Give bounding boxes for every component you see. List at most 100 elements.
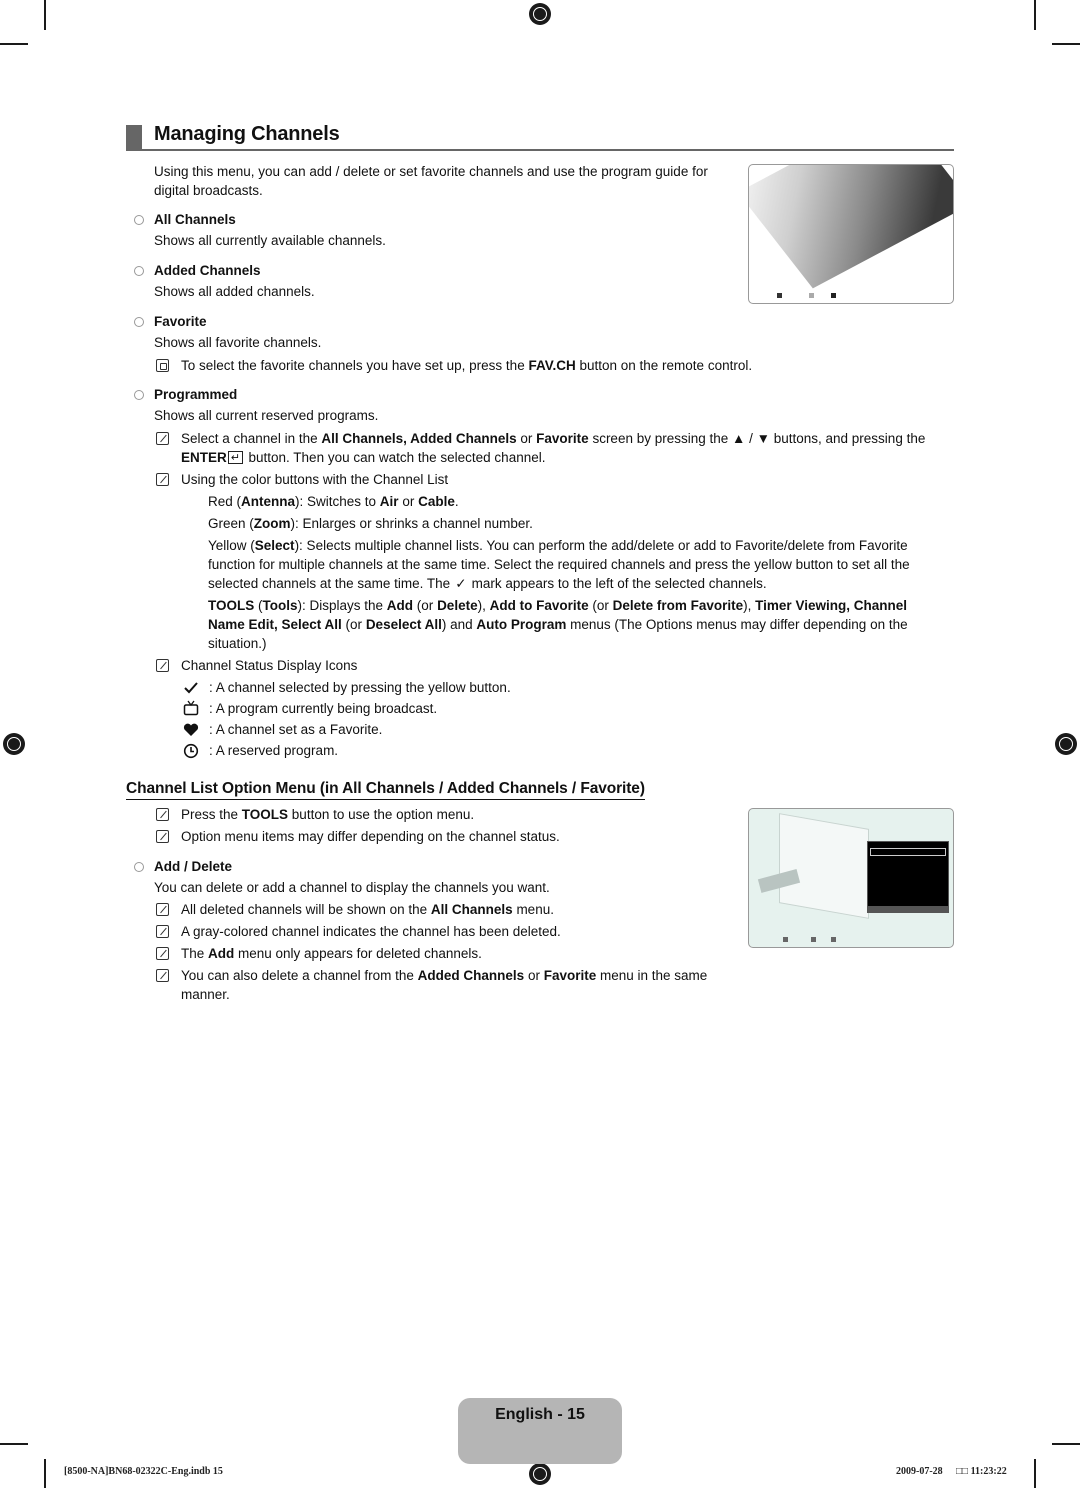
text: ): Displays the: [297, 598, 387, 613]
crop-mark: [1052, 43, 1080, 45]
text: .: [454, 494, 459, 509]
text: button to use the option menu.: [288, 807, 475, 822]
text: The: [181, 946, 209, 961]
registration-mark-icon: [529, 1463, 551, 1485]
note-text: To select the favorite channels you have…: [181, 358, 529, 373]
bold: Delete: [437, 598, 478, 613]
footer-date: 2009-07-28: [896, 1466, 943, 1477]
bold: Add: [208, 946, 235, 961]
enter-icon: [227, 449, 243, 468]
note-text: button on the remote control.: [575, 358, 753, 373]
red-button-icon: [777, 293, 782, 298]
bold: Auto Program: [476, 617, 567, 632]
footer-filename: [8500-NA]BN68-02322C-Eng.indb 15: [64, 1466, 223, 1477]
registration-mark-icon: [529, 3, 551, 25]
crop-mark: [44, 0, 46, 30]
yellow-button-icon: [831, 293, 836, 298]
text: Red (: [208, 494, 242, 509]
crop-mark: [1052, 1443, 1080, 1445]
note-icon: [156, 432, 169, 445]
add-delete-note: A gray-colored channel indicates the cha…: [181, 922, 561, 941]
tools-button-text: TOOLS (Tools): Displays the Add (or Dele…: [208, 596, 948, 653]
status-icon-desc: : A program currently being broadcast.: [209, 701, 438, 716]
status-icon-desc: : A channel selected by pressing the yel…: [209, 680, 511, 695]
screenshot-placeholder: [779, 813, 869, 919]
crop-mark: [0, 1443, 28, 1445]
text: Press the: [181, 807, 242, 822]
bullet-icon: [134, 215, 144, 225]
text: A gray-colored channel indicates the cha…: [181, 924, 561, 939]
note-icon: [156, 947, 169, 960]
text: selected channels at the same time. The: [208, 576, 454, 591]
option-note-tools: Press the TOOLS button to use the option…: [181, 805, 474, 824]
text: menu in the same: [596, 968, 708, 983]
option-menu-screenshot: [748, 808, 954, 948]
crop-mark: [1034, 0, 1036, 30]
option-menu-popup: [867, 841, 949, 913]
intro-text: Using this menu, you can add / delete or…: [154, 164, 708, 198]
footer-time: □□ 11:23:22: [956, 1466, 1007, 1477]
bold: TOOLS: [208, 598, 255, 613]
bold: Name Edit, Select All: [208, 617, 342, 632]
bold: Antenna: [241, 494, 296, 509]
bullet-icon: [134, 390, 144, 400]
red-button-text: Red (Antenna): Switches to Air or Cable.: [208, 492, 459, 511]
option-menu-selected-item: [870, 848, 946, 856]
registration-mark-icon: [3, 733, 25, 755]
item-heading-add-delete: Add / Delete: [154, 859, 233, 874]
crop-mark: [44, 1459, 46, 1488]
text: (or: [588, 598, 613, 613]
text: or: [524, 968, 544, 983]
screenshot-placeholder: [749, 165, 953, 289]
add-delete-note: You can also delete a channel from the A…: [181, 966, 741, 1004]
select-note: Select a channel in the All Channels, Ad…: [181, 429, 961, 468]
bold: Tools: [262, 598, 298, 613]
text: You can also delete a channel from the: [181, 968, 418, 983]
text: menu.: [512, 902, 554, 917]
item-heading-added-channels: Added Channels: [154, 263, 261, 278]
option-menu-footer: [868, 906, 948, 912]
page-number-label: English - 15: [495, 1406, 585, 1423]
green-button-icon: [811, 937, 816, 942]
check-icon: [184, 682, 198, 694]
bold: TOOLS: [241, 807, 289, 822]
bold: Timer Viewing, Channel: [755, 598, 907, 613]
section-header-bar: [126, 125, 142, 150]
bold: Add to Favorite: [489, 598, 589, 613]
note-icon: [156, 969, 169, 982]
note-icon: [156, 925, 169, 938]
item-desc-programmed: Shows all current reserved programs.: [154, 408, 379, 423]
note-icon: [156, 808, 169, 821]
text: or: [398, 494, 419, 509]
text: ): Enlarges or shrinks a channel number.: [290, 516, 533, 531]
text: manner.: [181, 987, 230, 1002]
crop-mark: [0, 43, 28, 45]
bold: Added Channels: [417, 968, 525, 983]
status-icon-desc: : A channel set as a Favorite.: [209, 722, 383, 737]
add-delete-note: All deleted channels will be shown on th…: [181, 900, 554, 919]
text: ),: [743, 598, 756, 613]
memo-icon: [156, 359, 169, 372]
note-bold: FAV.CH: [528, 358, 576, 373]
red-button-icon: [783, 937, 788, 942]
note-icon: [156, 903, 169, 916]
text: Green (: [208, 516, 254, 531]
text: (: [254, 598, 263, 613]
check-icon: ✓: [455, 576, 467, 591]
bullet-icon: [134, 266, 144, 276]
bold: Deselect All: [365, 617, 442, 632]
text: ): Switches to: [295, 494, 380, 509]
add-delete-note: The Add menu only appears for deleted ch…: [181, 944, 482, 963]
bold: Air: [379, 494, 399, 509]
note-bold: ENTER: [181, 450, 227, 465]
tv-icon: [183, 700, 199, 716]
text: menus (The Options menus may differ depe…: [566, 617, 908, 632]
bullet-icon: [134, 862, 144, 872]
item-desc-add-delete: You can delete or add a channel to displ…: [154, 880, 550, 895]
item-desc-favorite: Shows all favorite channels.: [154, 335, 322, 350]
note-bold: All Channels, Added Channels: [321, 431, 517, 446]
heart-icon: [183, 723, 199, 736]
note-text: or: [516, 431, 537, 446]
item-desc-added-channels: Shows all added channels.: [154, 284, 315, 299]
note-bold: Favorite: [536, 431, 589, 446]
